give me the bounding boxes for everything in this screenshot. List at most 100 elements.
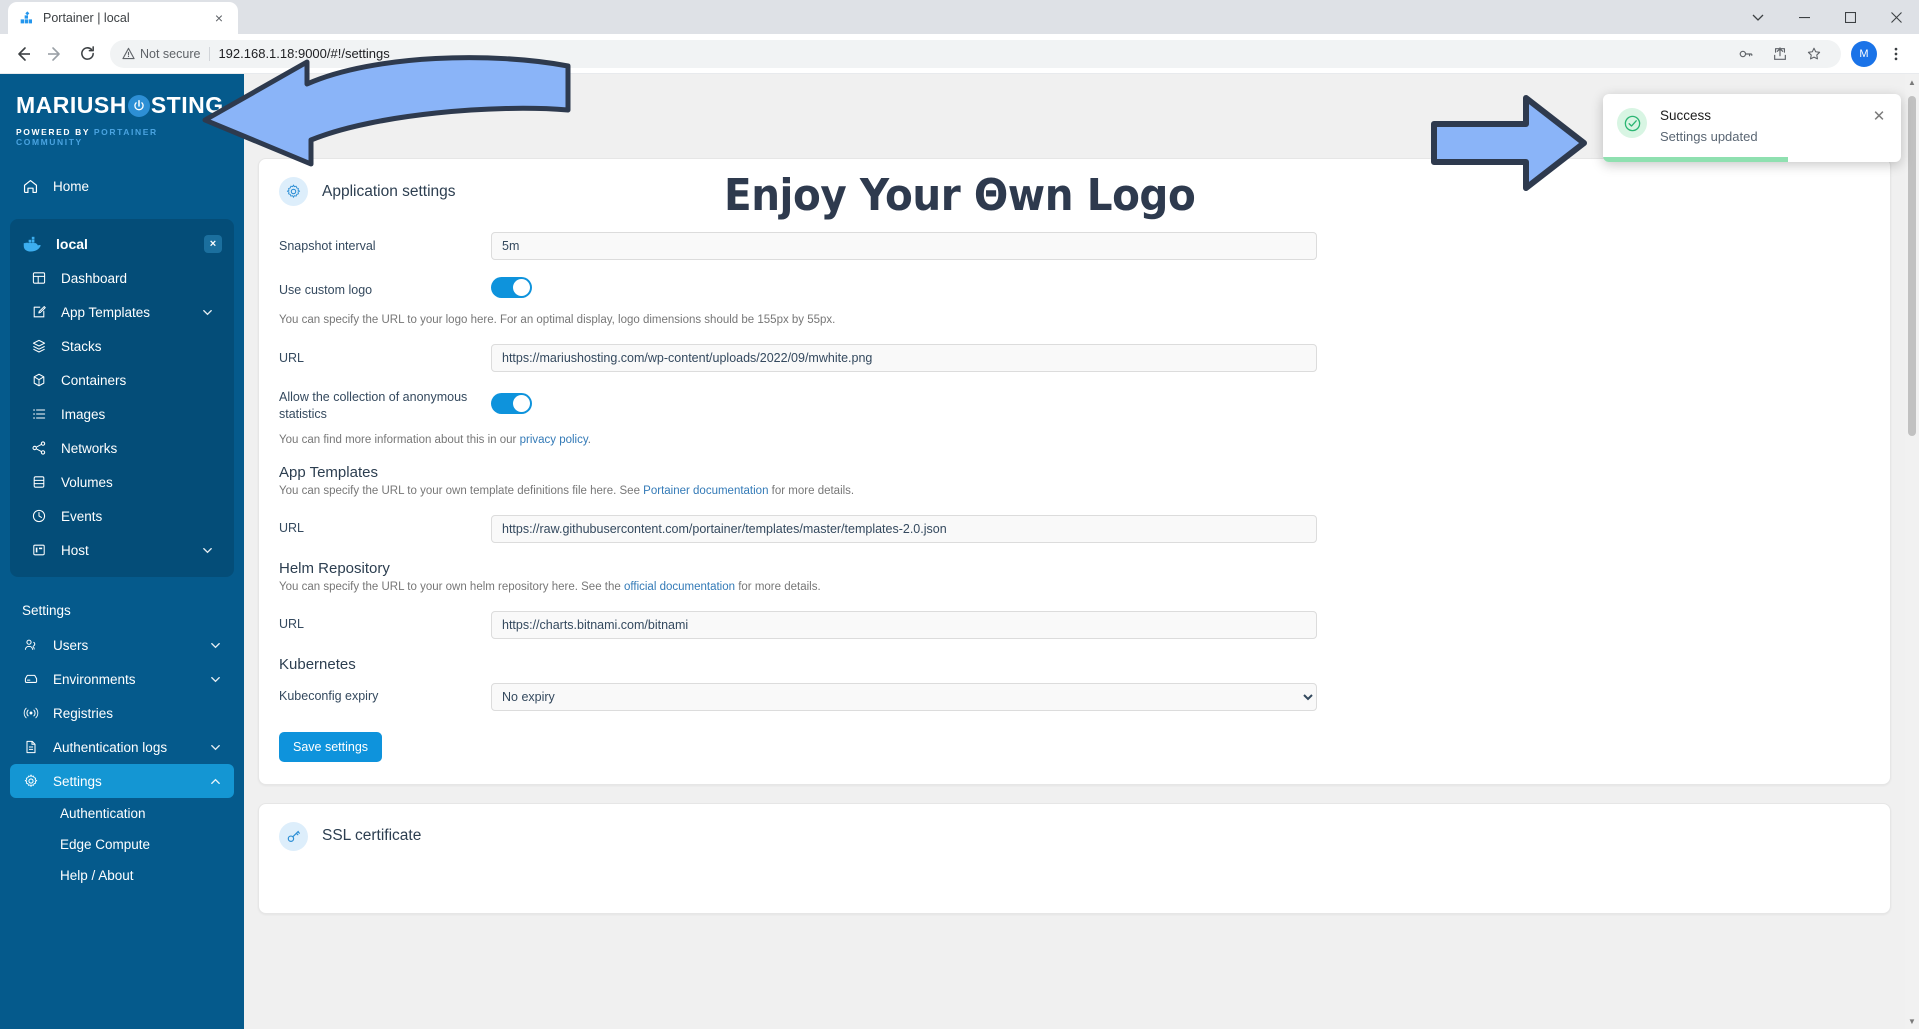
- app-templates-url-input[interactable]: https://raw.githubusercontent.com/portai…: [491, 514, 1317, 543]
- powered-by-label: POWERED BY PORTAINER COMMUNITY: [16, 127, 228, 147]
- vertical-scrollbar[interactable]: ▲ ▼: [1905, 74, 1919, 1029]
- portainer-favicon-icon: [18, 10, 34, 26]
- app-templates-hint-prefix: You can specify the URL to your own temp…: [279, 484, 644, 497]
- back-button-icon[interactable]: [8, 39, 38, 69]
- sidebar-item-host[interactable]: Host: [18, 533, 226, 567]
- kubeconfig-expiry-label: Kubeconfig expiry: [279, 689, 379, 704]
- toast-message: Settings updated: [1660, 129, 1758, 144]
- password-key-icon[interactable]: [1731, 39, 1761, 69]
- tab-strip: Portainer | local ×: [0, 0, 1919, 34]
- browser-tab[interactable]: Portainer | local ×: [8, 2, 238, 34]
- sidebar-subitem-authentication[interactable]: Authentication: [10, 798, 234, 829]
- chevron-down-icon: [201, 306, 214, 319]
- tab-close-icon[interactable]: ×: [210, 9, 228, 27]
- helm-url-input[interactable]: https://charts.bitnami.com/bitnami: [491, 610, 1317, 639]
- images-icon: [30, 406, 47, 423]
- browser-menu-icon[interactable]: [1881, 39, 1911, 69]
- sidebar-item-app-templates[interactable]: App Templates: [18, 295, 226, 329]
- sidebar-item-volumes[interactable]: Volumes: [18, 465, 226, 499]
- logo-url-label: URL: [279, 350, 305, 365]
- logo-text: MARIUSH STING: [16, 92, 228, 119]
- privacy-hint-suffix: .: [587, 433, 591, 446]
- sidebar-item-events[interactable]: Events: [18, 499, 226, 533]
- security-indicator[interactable]: Not secure: [122, 46, 211, 61]
- close-icon[interactable]: ×: [204, 235, 222, 253]
- home-icon: [22, 178, 39, 195]
- address-bar[interactable]: Not secure 192.168.1.18:9000/#!/settings: [110, 39, 1841, 69]
- sidebar-item-settings[interactable]: Settings: [10, 764, 234, 798]
- sidebar-subitem-edge-compute[interactable]: Edge Compute: [10, 829, 234, 860]
- save-settings-button[interactable]: Save settings: [279, 731, 383, 762]
- sidebar-item-home[interactable]: Home: [10, 169, 234, 203]
- forward-button-icon[interactable]: [40, 39, 70, 69]
- tab-search-icon[interactable]: [1735, 0, 1781, 34]
- reload-button-icon[interactable]: [72, 39, 102, 69]
- privacy-hint-prefix: You can find more information about this…: [279, 433, 520, 446]
- app-templates-url-row: URL https://raw.githubusercontent.com/po…: [279, 514, 1870, 543]
- environment-name: local: [56, 236, 88, 252]
- sidebar-item-stacks[interactable]: Stacks: [18, 329, 226, 363]
- window-controls: [1735, 0, 1919, 34]
- environment-header[interactable]: local ×: [10, 227, 234, 261]
- stacks-icon: [30, 338, 47, 355]
- portainer-app: MARIUSH STING POWERED BY PORTAINER COMMU…: [0, 74, 1919, 1029]
- chevron-down-icon: [209, 673, 222, 686]
- logo-url-row: URL https://mariushosting.com/wp-content…: [279, 344, 1870, 372]
- warning-icon: [122, 47, 135, 60]
- app-templates-heading: App Templates: [279, 463, 378, 481]
- sidebar-item-containers[interactable]: Containers: [18, 363, 226, 397]
- sidebar-item-authentication-logs[interactable]: Authentication logs: [10, 730, 234, 764]
- official-documentation-link[interactable]: official documentation: [624, 581, 735, 593]
- close-icon[interactable]: ✕: [1871, 108, 1887, 125]
- tab-title: Portainer | local: [43, 11, 130, 25]
- avatar: M: [1851, 40, 1877, 67]
- sidebar-section-settings: Settings: [22, 603, 71, 618]
- main-content: Settings Enjoy Your Θwn Logo Application…: [244, 74, 1919, 1029]
- use-custom-logo-toggle[interactable]: [491, 277, 532, 298]
- chevron-down-icon: [209, 741, 222, 754]
- sidebar-item-dashboard[interactable]: Dashboard: [18, 261, 226, 295]
- sidebar-item-label: Settings: [53, 773, 102, 789]
- portainer-documentation-link[interactable]: Portainer documentation: [643, 485, 768, 497]
- privacy-hint: You can find more information about this…: [279, 434, 1870, 446]
- toast-notification[interactable]: Success Settings updated ✕: [1603, 94, 1901, 162]
- anonymous-stats-label: Allow the collection of anonymous statis…: [279, 390, 468, 421]
- sidebar-item-label: Volumes: [61, 474, 113, 490]
- sidebar-item-environments[interactable]: Environments: [10, 662, 234, 696]
- sidebar-item-registries[interactable]: Registries: [10, 696, 234, 730]
- maximize-button[interactable]: [1827, 0, 1873, 34]
- scrollbar-thumb[interactable]: [1908, 96, 1916, 436]
- scroll-down-arrow-icon[interactable]: ▼: [1905, 1013, 1919, 1029]
- anonymous-stats-toggle[interactable]: [491, 392, 532, 414]
- chevron-down-icon: [209, 639, 222, 652]
- share-icon[interactable]: [1765, 39, 1795, 69]
- helm-url-label: URL: [279, 617, 305, 632]
- sidebar-item-label: App Templates: [61, 304, 151, 320]
- sidebar-item-networks[interactable]: Networks: [18, 431, 226, 465]
- helm-url-row: URL https://charts.bitnami.com/bitnami: [279, 610, 1870, 639]
- page-title: Settings: [258, 105, 327, 126]
- kubeconfig-expiry-select[interactable]: No expiry: [491, 682, 1317, 711]
- minimize-button[interactable]: [1781, 0, 1827, 34]
- sidebar-item-label: Images: [61, 406, 106, 422]
- profile-avatar[interactable]: M: [1849, 39, 1879, 69]
- sidebar-item-images[interactable]: Images: [18, 397, 226, 431]
- gear-icon: [279, 177, 308, 206]
- card-title: Application settings: [322, 182, 456, 200]
- privacy-policy-link[interactable]: privacy policy: [520, 434, 588, 446]
- bookmark-star-icon[interactable]: [1799, 39, 1829, 69]
- logo-text-after: STING: [150, 92, 224, 118]
- sidebar-subitem-help-about[interactable]: Help / About: [10, 860, 234, 891]
- powered-by-prefix: POWERED BY: [16, 127, 94, 137]
- power-icon: [127, 94, 150, 117]
- browser-window: Portainer | local × Not secure 192.168.1…: [0, 0, 1919, 1029]
- snapshot-interval-row: Snapshot interval 5m: [279, 232, 1870, 260]
- snapshot-interval-input[interactable]: 5m: [491, 232, 1317, 260]
- toast-title: Success: [1660, 108, 1712, 123]
- use-custom-logo-label: Use custom logo: [279, 282, 373, 297]
- sidebar-item-label: Authentication logs: [53, 739, 168, 755]
- sidebar-item-users[interactable]: Users: [10, 628, 234, 662]
- scroll-up-arrow-icon[interactable]: ▲: [1905, 74, 1919, 90]
- logo-url-input[interactable]: https://mariushosting.com/wp-content/upl…: [491, 344, 1317, 372]
- close-window-button[interactable]: [1873, 0, 1919, 34]
